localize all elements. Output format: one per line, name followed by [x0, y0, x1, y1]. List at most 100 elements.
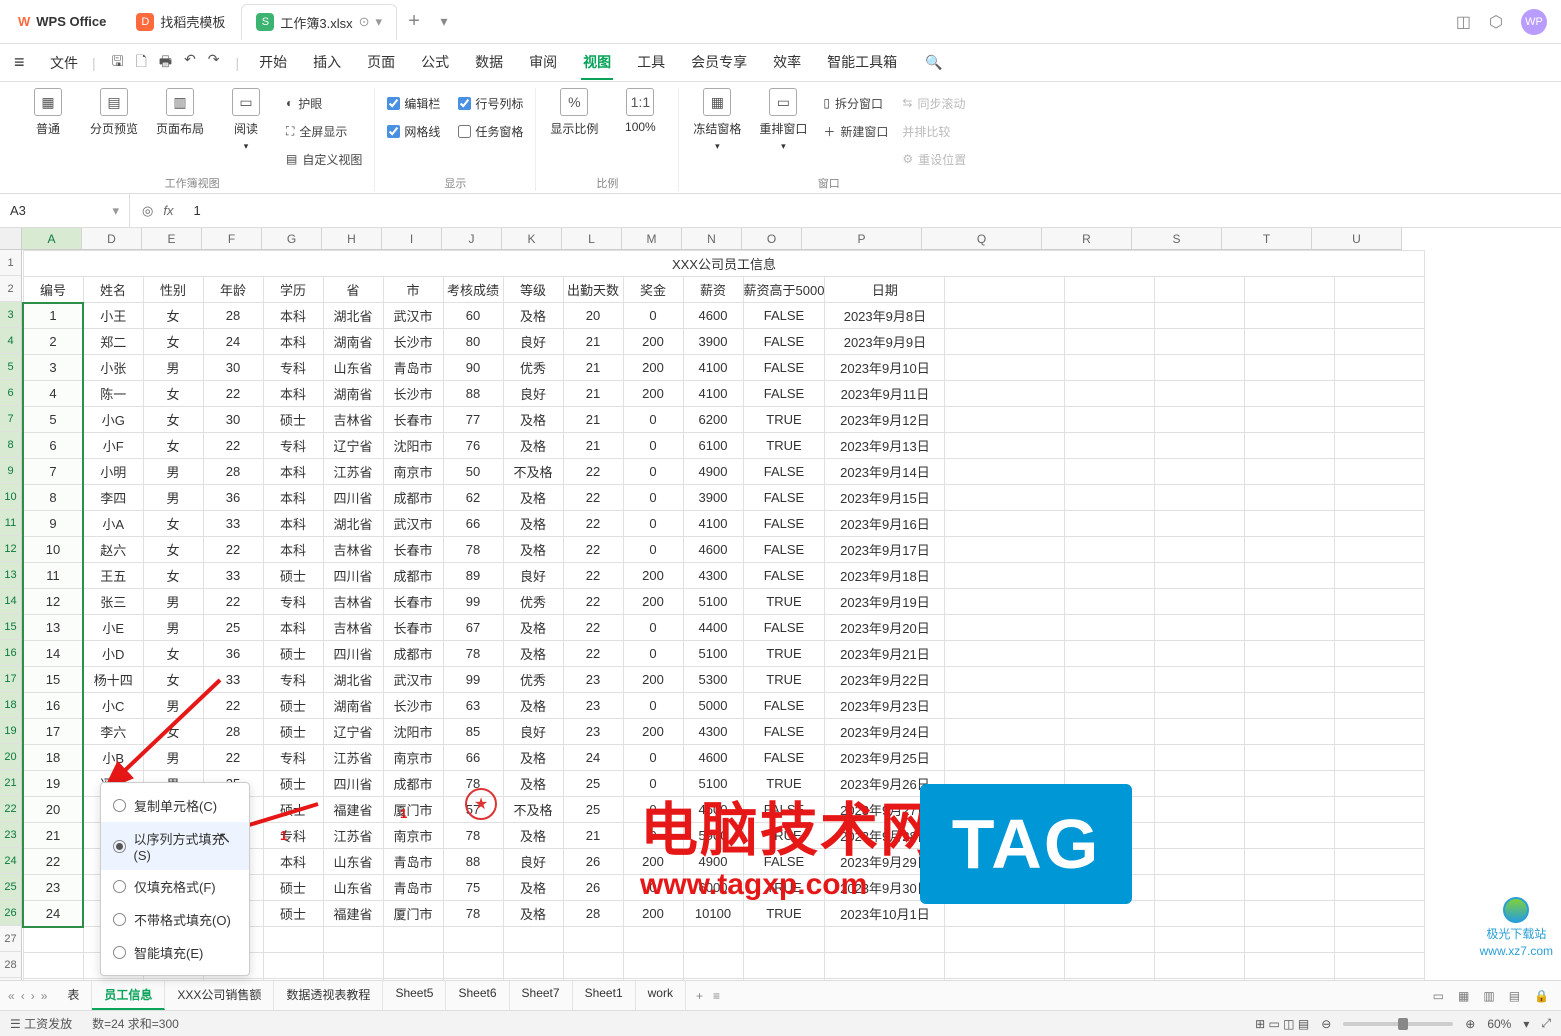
check-任务窗格[interactable]: 任务窗格	[458, 120, 523, 142]
new-tab-button[interactable]: +	[399, 10, 429, 33]
sheet-tab[interactable]: Sheet6	[446, 981, 509, 1010]
cell[interactable]: 2023年9月18日	[825, 563, 945, 589]
cell[interactable]: 24	[203, 329, 263, 355]
cell[interactable]: 福建省	[323, 901, 383, 927]
cell[interactable]: 女	[143, 563, 203, 589]
cell[interactable]: 陈一	[83, 381, 143, 407]
cell[interactable]: 30	[203, 407, 263, 433]
cell[interactable]	[1155, 459, 1245, 485]
cell[interactable]	[1245, 823, 1335, 849]
row-header[interactable]: 8	[0, 432, 22, 458]
cell[interactable]: 2	[23, 329, 83, 355]
search-icon[interactable]: 🔍	[925, 54, 942, 71]
cell[interactable]: 26	[563, 849, 623, 875]
cell[interactable]	[1065, 381, 1155, 407]
cell[interactable]: 长春市	[383, 407, 443, 433]
cell[interactable]: 5	[23, 407, 83, 433]
cell[interactable]: 硕士	[263, 693, 323, 719]
cell[interactable]: 男	[143, 745, 203, 771]
cell[interactable]	[1245, 797, 1335, 823]
cell[interactable]: 小C	[83, 693, 143, 719]
cell[interactable]: 4100	[683, 511, 743, 537]
cell[interactable]: 22	[563, 615, 623, 641]
cell[interactable]	[743, 927, 825, 953]
cell[interactable]: 成都市	[383, 641, 443, 667]
cell[interactable]: 18	[23, 745, 83, 771]
cell[interactable]: 男	[143, 693, 203, 719]
col-header-H[interactable]: H	[322, 228, 382, 250]
cell[interactable]: 5100	[683, 771, 743, 797]
cell[interactable]: 硕士	[263, 407, 323, 433]
cell[interactable]	[945, 563, 1065, 589]
cell[interactable]: 专科	[263, 589, 323, 615]
cell[interactable]	[1245, 303, 1335, 329]
view-normal-button[interactable]: ▦普通	[22, 88, 74, 137]
cell[interactable]: 4300	[683, 719, 743, 745]
cell[interactable]	[503, 927, 563, 953]
cell[interactable]	[1335, 433, 1425, 459]
header-cell[interactable]: 奖金	[623, 277, 683, 303]
cell[interactable]: 22	[203, 693, 263, 719]
spreadsheet-grid[interactable]: ADEFGHIJKLMNOPQRSTU 12345678910111213141…	[0, 228, 1561, 988]
menu-页面[interactable]: 页面	[365, 46, 397, 80]
menu-工具[interactable]: 工具	[635, 46, 667, 80]
cell[interactable]: 良好	[503, 329, 563, 355]
cell[interactable]: 湖北省	[323, 303, 383, 329]
cell[interactable]	[263, 953, 323, 979]
zoom-out-icon[interactable]: ⊖	[1321, 1017, 1331, 1031]
cell[interactable]: 21	[563, 355, 623, 381]
cell[interactable]: 女	[143, 667, 203, 693]
cell[interactable]	[1065, 303, 1155, 329]
doc-tab-workbook[interactable]: S 工作簿3.xlsx ⊙ ▾	[241, 4, 397, 40]
header-cell[interactable]	[1155, 277, 1245, 303]
cell[interactable]: 男	[143, 615, 203, 641]
cell[interactable]: FALSE	[743, 745, 825, 771]
cell[interactable]: 78	[443, 823, 503, 849]
cell[interactable]: 2023年9月21日	[825, 641, 945, 667]
cell[interactable]	[1335, 589, 1425, 615]
cell[interactable]: 江苏省	[323, 745, 383, 771]
cube-icon[interactable]: ⬡	[1489, 12, 1503, 32]
fill-option[interactable]: 智能填充(E)	[101, 936, 249, 969]
cell[interactable]	[1155, 407, 1245, 433]
cell[interactable]: 及格	[503, 901, 563, 927]
cell[interactable]	[1065, 927, 1155, 953]
cell[interactable]: 22	[563, 537, 623, 563]
row-header[interactable]: 3	[0, 302, 22, 328]
row-header[interactable]: 15	[0, 614, 22, 640]
cell[interactable]	[945, 381, 1065, 407]
cell[interactable]	[383, 927, 443, 953]
cell[interactable]: 60	[443, 303, 503, 329]
cell[interactable]: 湖北省	[323, 511, 383, 537]
cell[interactable]: 20	[23, 797, 83, 823]
col-header-J[interactable]: J	[442, 228, 502, 250]
cell[interactable]: 22	[23, 849, 83, 875]
cell[interactable]	[503, 953, 563, 979]
row-header[interactable]: 6	[0, 380, 22, 406]
cell[interactable]: 及格	[503, 537, 563, 563]
col-header-T[interactable]: T	[1222, 228, 1312, 250]
zoom-in-icon[interactable]: ⊕	[1465, 1017, 1475, 1031]
menu-智能工具箱[interactable]: 智能工具箱	[825, 46, 899, 80]
cell[interactable]	[1245, 693, 1335, 719]
cell[interactable]	[1065, 433, 1155, 459]
menu-公式[interactable]: 公式	[419, 46, 451, 80]
cell[interactable]: 女	[143, 329, 203, 355]
cell[interactable]: 22	[563, 641, 623, 667]
cell[interactable]: 优秀	[503, 589, 563, 615]
cell[interactable]	[1065, 615, 1155, 641]
cell[interactable]: 200	[623, 355, 683, 381]
row-header[interactable]: 9	[0, 458, 22, 484]
cell[interactable]	[1245, 849, 1335, 875]
cell[interactable]: 李四	[83, 485, 143, 511]
cell[interactable]	[743, 953, 825, 979]
cell[interactable]	[1155, 849, 1245, 875]
row-header[interactable]: 10	[0, 484, 22, 510]
cell[interactable]	[1155, 719, 1245, 745]
cell[interactable]: 南京市	[383, 459, 443, 485]
row-header[interactable]: 14	[0, 588, 22, 614]
cell[interactable]	[563, 927, 623, 953]
cell[interactable]: 2023年9月9日	[825, 329, 945, 355]
cell[interactable]: 5100	[683, 589, 743, 615]
cell[interactable]: 0	[623, 875, 683, 901]
